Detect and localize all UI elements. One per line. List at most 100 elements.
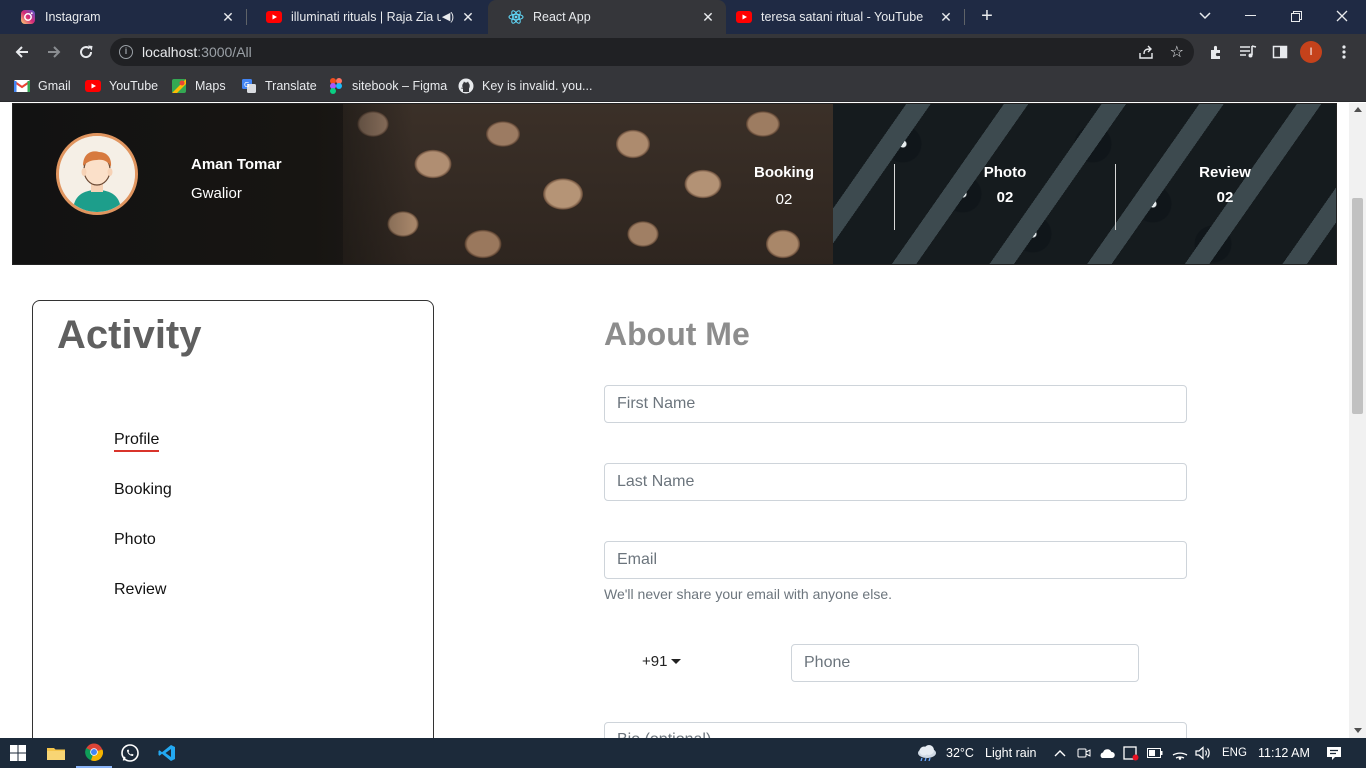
- activity-item-booking[interactable]: Booking: [114, 481, 172, 499]
- whatsapp-icon[interactable]: [112, 738, 148, 768]
- stat-review[interactable]: Review 02: [1165, 164, 1285, 206]
- tab-close-icon[interactable]: ✕: [700, 9, 716, 25]
- forward-button[interactable]: [42, 40, 66, 64]
- audio-playing-icon[interactable]: ◀︎): [442, 10, 454, 23]
- taskbar-clock[interactable]: 11:12 AM: [1258, 746, 1310, 760]
- restore-button[interactable]: [1274, 0, 1318, 32]
- stat-divider: [894, 164, 895, 230]
- meet-now-icon[interactable]: [1076, 745, 1092, 761]
- security-alert-icon[interactable]: [1123, 745, 1139, 761]
- back-button[interactable]: [10, 40, 34, 64]
- activity-item-review[interactable]: Review: [114, 581, 166, 599]
- notifications-icon[interactable]: [1325, 745, 1343, 761]
- instagram-icon: [20, 9, 36, 25]
- translate-icon: G: [241, 78, 257, 94]
- first-name-field[interactable]: [604, 385, 1187, 423]
- scroll-down-arrow-icon[interactable]: [1354, 728, 1362, 733]
- stat-divider: [1115, 164, 1116, 230]
- reload-button[interactable]: [74, 40, 98, 64]
- profile-avatar[interactable]: I: [1300, 41, 1322, 63]
- stat-label: Photo: [983, 164, 1027, 181]
- stat-label: Review: [1199, 164, 1251, 181]
- windows-start-icon[interactable]: [0, 738, 36, 768]
- chevron-down-icon: [671, 659, 682, 664]
- stat-value: 02: [996, 189, 1014, 206]
- scrollbar-thumb[interactable]: [1352, 198, 1363, 414]
- scroll-up-arrow-icon[interactable]: [1354, 107, 1362, 112]
- tab-title: Instagram: [45, 10, 101, 24]
- tab-close-icon[interactable]: ✕: [460, 9, 476, 25]
- address-bar[interactable]: i localhost:3000/All ☆: [110, 38, 1194, 66]
- country-code-value: +91: [642, 653, 668, 670]
- wifi-icon[interactable]: [1172, 745, 1188, 761]
- bookmark-figma[interactable]: sitebook – Figma: [328, 77, 447, 95]
- activity-item-photo[interactable]: Photo: [114, 531, 156, 549]
- page-scrollbar[interactable]: [1349, 103, 1366, 738]
- chevron-up-icon[interactable]: [1052, 745, 1068, 761]
- figma-icon: [328, 78, 344, 94]
- bookmarks-bar: Gmail YouTube Maps G Translate sitebook …: [0, 70, 1366, 102]
- extensions-icon[interactable]: [1206, 42, 1226, 62]
- side-panel-icon[interactable]: [1270, 42, 1290, 62]
- tab-title: illuminati rituals | Raja Zia ul: [291, 10, 441, 24]
- minimize-button[interactable]: [1228, 0, 1272, 32]
- stat-value: 02: [775, 191, 793, 208]
- country-code-dropdown[interactable]: +91: [642, 653, 682, 670]
- file-explorer-icon[interactable]: [38, 738, 74, 768]
- tab-close-icon[interactable]: ✕: [938, 9, 954, 25]
- tab-illuminati-rituals[interactable]: illuminati rituals | Raja Zia ul ◀︎) ✕: [246, 0, 486, 34]
- media-controls-icon[interactable]: [1238, 42, 1258, 62]
- phone-field[interactable]: [791, 644, 1139, 682]
- chrome-taskbar-icon[interactable]: [76, 738, 112, 768]
- url-text[interactable]: localhost:3000/All: [142, 44, 252, 60]
- youtube-icon: [266, 9, 282, 25]
- browser-toolbar: i localhost:3000/All ☆: [0, 34, 1366, 70]
- tab-search-icon[interactable]: [1183, 0, 1227, 32]
- email-hint: We'll never share your email with anyone…: [604, 586, 892, 602]
- new-tab-button[interactable]: +: [976, 5, 998, 27]
- stat-label: Booking: [754, 164, 814, 181]
- activity-item-profile[interactable]: Profile: [114, 431, 160, 452]
- vscode-icon[interactable]: [149, 738, 185, 768]
- email-field[interactable]: [604, 541, 1187, 579]
- stat-value: 02: [1216, 189, 1234, 206]
- tab-react-app[interactable]: React App ✕: [488, 0, 726, 34]
- chrome-menu-icon[interactable]: [1334, 42, 1354, 62]
- tab-title: React App: [533, 10, 591, 24]
- volume-icon[interactable]: [1195, 745, 1211, 761]
- stat-booking[interactable]: Booking 02: [724, 164, 844, 208]
- site-info-icon[interactable]: i: [119, 45, 133, 59]
- bookmark-github[interactable]: Key is invalid. you...: [458, 77, 592, 95]
- profile-banner: Aman Tomar Gwalior Booking 02 Photo 02 R…: [12, 103, 1337, 265]
- input-language[interactable]: ENG: [1222, 747, 1247, 759]
- weather-desc[interactable]: Light rain: [985, 746, 1036, 760]
- bookmark-youtube[interactable]: YouTube: [85, 77, 158, 95]
- weather-temp[interactable]: 32°C: [946, 746, 974, 760]
- tab-title: teresa satani ritual - YouTube: [761, 10, 924, 24]
- last-name-field[interactable]: [604, 463, 1187, 501]
- maps-icon: [171, 78, 187, 94]
- close-window-button[interactable]: [1320, 0, 1364, 32]
- tab-teresa-ritual[interactable]: teresa satani ritual - YouTube ✕: [716, 0, 964, 34]
- about-me-title: About Me: [604, 316, 750, 352]
- onedrive-icon[interactable]: [1099, 745, 1115, 761]
- react-icon: [508, 9, 524, 25]
- bio-field[interactable]: Bio (optional): [604, 722, 1187, 738]
- bookmark-gmail[interactable]: Gmail: [14, 77, 71, 95]
- weather-icon[interactable]: [916, 745, 938, 761]
- tab-instagram[interactable]: Instagram ✕: [0, 0, 246, 34]
- bookmark-translate[interactable]: G Translate: [241, 77, 317, 95]
- github-icon: [458, 78, 474, 94]
- youtube-icon: [736, 9, 752, 25]
- avatar[interactable]: [56, 133, 138, 215]
- tab-close-icon[interactable]: ✕: [220, 9, 236, 25]
- battery-icon[interactable]: [1147, 745, 1163, 761]
- profile-city: Gwalior: [191, 185, 242, 202]
- activity-card: Activity Profile Booking Photo Review: [32, 300, 434, 738]
- youtube-icon: [85, 78, 101, 94]
- bookmark-maps[interactable]: Maps: [171, 77, 226, 95]
- bookmark-star-icon[interactable]: ☆: [1170, 42, 1184, 62]
- share-icon[interactable]: [1138, 44, 1154, 60]
- stat-photo[interactable]: Photo 02: [945, 164, 1065, 206]
- windows-taskbar: 32°C Light rain ENG 11:12 AM: [0, 738, 1366, 768]
